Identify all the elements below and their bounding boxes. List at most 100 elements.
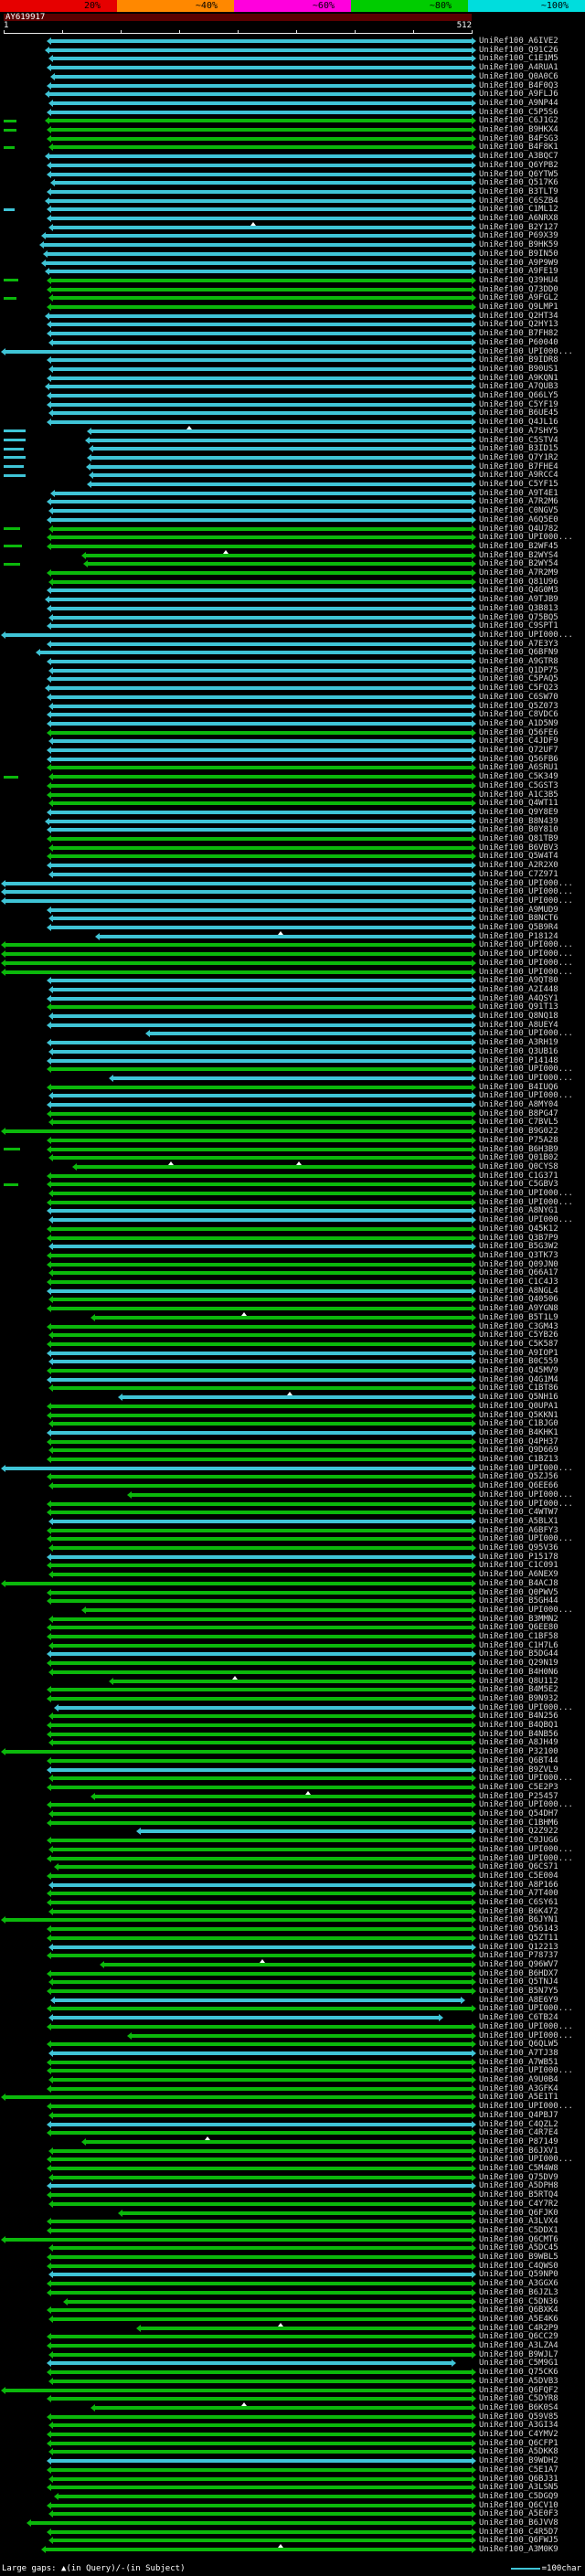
hit-label[interactable]: UniRef100_Q40506 (479, 1295, 558, 1304)
hit-row[interactable]: UniRef100_A9FLJ6 (0, 90, 585, 99)
hit-bar[interactable] (48, 737, 476, 746)
hit-label[interactable]: UniRef100_B90US1 (479, 365, 558, 374)
hit-label[interactable]: UniRef100_C5M9G1 (479, 2359, 558, 2368)
hit-label[interactable]: UniRef100_Q01B02 (479, 1153, 558, 1162)
hit-label[interactable]: UniRef100_Q6EE80 (479, 1623, 558, 1632)
hit-label[interactable]: UniRef100_A9MUD9 (479, 906, 558, 915)
hit-label[interactable]: UniRef100_B6JVV8 (479, 2518, 558, 2528)
hit-row[interactable]: UniRef100_B6K0S4 (0, 2401, 585, 2412)
hit-bar[interactable] (1, 950, 476, 959)
hit-row[interactable]: UniRef100_Q75DV9 (0, 2173, 585, 2182)
hit-bar[interactable] (47, 1535, 476, 1543)
hit-row[interactable]: UniRef100_Q6BJ31 (0, 2475, 585, 2484)
hit-label[interactable]: UniRef100_A3BQC7 (479, 152, 558, 161)
hit-row[interactable]: UniRef100_P18124 (0, 930, 585, 941)
hit-row[interactable]: UniRef100_C5K349 (0, 772, 585, 781)
hit-label[interactable]: UniRef100_B9HKX4 (479, 125, 558, 134)
hit-label[interactable]: UniRef100_Q4U782 (479, 525, 558, 534)
hit-bar[interactable] (47, 356, 476, 365)
hit-label[interactable]: UniRef100_A6NRX8 (479, 214, 558, 223)
hit-bar[interactable] (47, 1526, 476, 1534)
hit-row[interactable]: UniRef100_A6SRU1 (0, 763, 585, 772)
hit-row[interactable]: UniRef100_C4Y7R2 (0, 2200, 585, 2209)
hit-row[interactable]: UniRef100_UPI000... (0, 1500, 585, 1509)
hit-bar[interactable] (47, 187, 476, 196)
hit-row[interactable]: UniRef100_UPI000... (0, 887, 585, 896)
hit-bar[interactable] (47, 719, 476, 727)
hit-label[interactable]: UniRef100_Q5W4T4 (479, 852, 558, 861)
hit-row[interactable]: UniRef100_A9GTR8 (0, 657, 585, 666)
hit-label[interactable]: UniRef100_Q6BJ31 (479, 2475, 558, 2484)
hit-row[interactable]: UniRef100_Q75BQ5 (0, 613, 585, 622)
hit-bar[interactable] (47, 2226, 476, 2234)
hit-bar[interactable] (47, 2439, 476, 2447)
hit-label[interactable]: UniRef100_Q2HY13 (479, 320, 558, 329)
hit-label[interactable]: UniRef100_Q9LMP1 (479, 302, 558, 312)
hit-row[interactable]: UniRef100_Q4G0M3 (0, 586, 585, 595)
hit-label[interactable]: UniRef100_UPI000... (479, 1198, 573, 1207)
hit-label[interactable]: UniRef100_Q4PH37 (479, 1437, 558, 1447)
hit-bar[interactable] (48, 1615, 476, 1623)
hit-bar[interactable] (47, 1039, 476, 1047)
hit-label[interactable]: UniRef100_Q5ZJ56 (479, 1472, 558, 1481)
hit-row[interactable]: UniRef100_Q6EE66 (0, 1481, 585, 1490)
hit-row[interactable]: UniRef100_B6K472 (0, 1907, 585, 1916)
hit-row[interactable]: UniRef100_Q4PH37 (0, 1437, 585, 1447)
hit-bar[interactable] (48, 1641, 476, 1649)
hit-label[interactable]: UniRef100_Q75CK6 (479, 2368, 558, 2377)
hit-row[interactable]: UniRef100_C1BT86 (0, 1383, 585, 1393)
hit-bar[interactable] (41, 232, 476, 240)
hit-row[interactable]: UniRef100_Q5TNJ4 (0, 1977, 585, 1987)
hit-bar[interactable] (45, 684, 476, 693)
hit-row[interactable]: UniRef100_Q4G1M4 (0, 1375, 585, 1384)
hit-bar[interactable] (47, 1251, 476, 1259)
hit-bar[interactable] (48, 409, 476, 418)
hit-bar[interactable] (47, 1952, 476, 1960)
hit-bar[interactable] (41, 2546, 476, 2554)
hit-bar[interactable] (1, 1579, 476, 1587)
hit-bar[interactable] (47, 1278, 476, 1286)
hit-row[interactable]: UniRef100_B6UE45 (0, 408, 585, 418)
hit-label[interactable]: UniRef100_C5STV4 (479, 436, 558, 445)
hit-row[interactable]: UniRef100_B9WJL7 (0, 2350, 585, 2359)
hit-row[interactable]: UniRef100_Q4PBJ7 (0, 2111, 585, 2120)
hit-row[interactable]: UniRef100_Q6YTW5 (0, 170, 585, 179)
hit-label[interactable]: UniRef100_Q12213 (479, 1943, 558, 1952)
hit-row[interactable]: UniRef100_A3BQC7 (0, 152, 585, 161)
hit-label[interactable]: UniRef100_A3GFK4 (479, 2084, 558, 2094)
hit-label[interactable]: UniRef100_UPI000... (479, 631, 573, 640)
hit-label[interactable]: UniRef100_A8NYG1 (479, 1206, 558, 1215)
hit-label[interactable]: UniRef100_A8MY04 (479, 1100, 558, 1109)
hit-row[interactable]: UniRef100_A8NGL4 (0, 1287, 585, 1296)
hit-row[interactable]: UniRef100_C6SY61 (0, 1898, 585, 1907)
hit-label[interactable]: UniRef100_B5DG44 (479, 1649, 558, 1659)
hit-label[interactable]: UniRef100_B6JXV1 (479, 2147, 558, 2156)
hit-bar[interactable] (47, 835, 476, 843)
hit-label[interactable]: UniRef100_B9IN50 (479, 249, 558, 259)
hit-row[interactable]: UniRef100_B9N932 (0, 1694, 585, 1703)
hit-row[interactable]: UniRef100_B3TLT9 (0, 187, 585, 196)
hit-row[interactable]: UniRef100_Q5W4T4 (0, 852, 585, 861)
hit-bar[interactable] (48, 1190, 476, 1197)
hit-bar[interactable] (86, 462, 476, 471)
hit-bar[interactable] (47, 515, 476, 524)
hit-label[interactable]: UniRef100_C1BHM6 (479, 1818, 558, 1828)
hit-bar[interactable] (47, 1818, 476, 1827)
hit-row[interactable]: UniRef100_A5E4K6 (0, 2315, 585, 2324)
hit-bar[interactable] (47, 2156, 476, 2164)
hit-row[interactable]: UniRef100_UPI000... (0, 2031, 585, 2041)
hit-row[interactable]: UniRef100_Q0CYS8 (0, 1161, 585, 1171)
hit-label[interactable]: UniRef100_Q73DD0 (479, 285, 558, 294)
hit-bar[interactable] (1, 1916, 476, 1924)
hit-label[interactable]: UniRef100_A3LZA4 (479, 2341, 558, 2350)
hit-bar[interactable] (47, 781, 476, 790)
hit-row[interactable]: UniRef100_A8P166 (0, 1881, 585, 1890)
hit-row[interactable]: UniRef100_Q12213 (0, 1943, 585, 1952)
hit-bar[interactable] (47, 2262, 476, 2270)
hit-row[interactable]: UniRef100_UPI000... (0, 1215, 585, 1224)
hit-row[interactable]: UniRef100_Q2HY13 (0, 320, 585, 329)
hit-label[interactable]: UniRef100_A8P166 (479, 1881, 558, 1890)
hit-label[interactable]: UniRef100_UPI000... (479, 949, 573, 959)
hit-label[interactable]: UniRef100_A6IVE2 (479, 37, 558, 46)
hit-bar[interactable] (47, 534, 476, 542)
